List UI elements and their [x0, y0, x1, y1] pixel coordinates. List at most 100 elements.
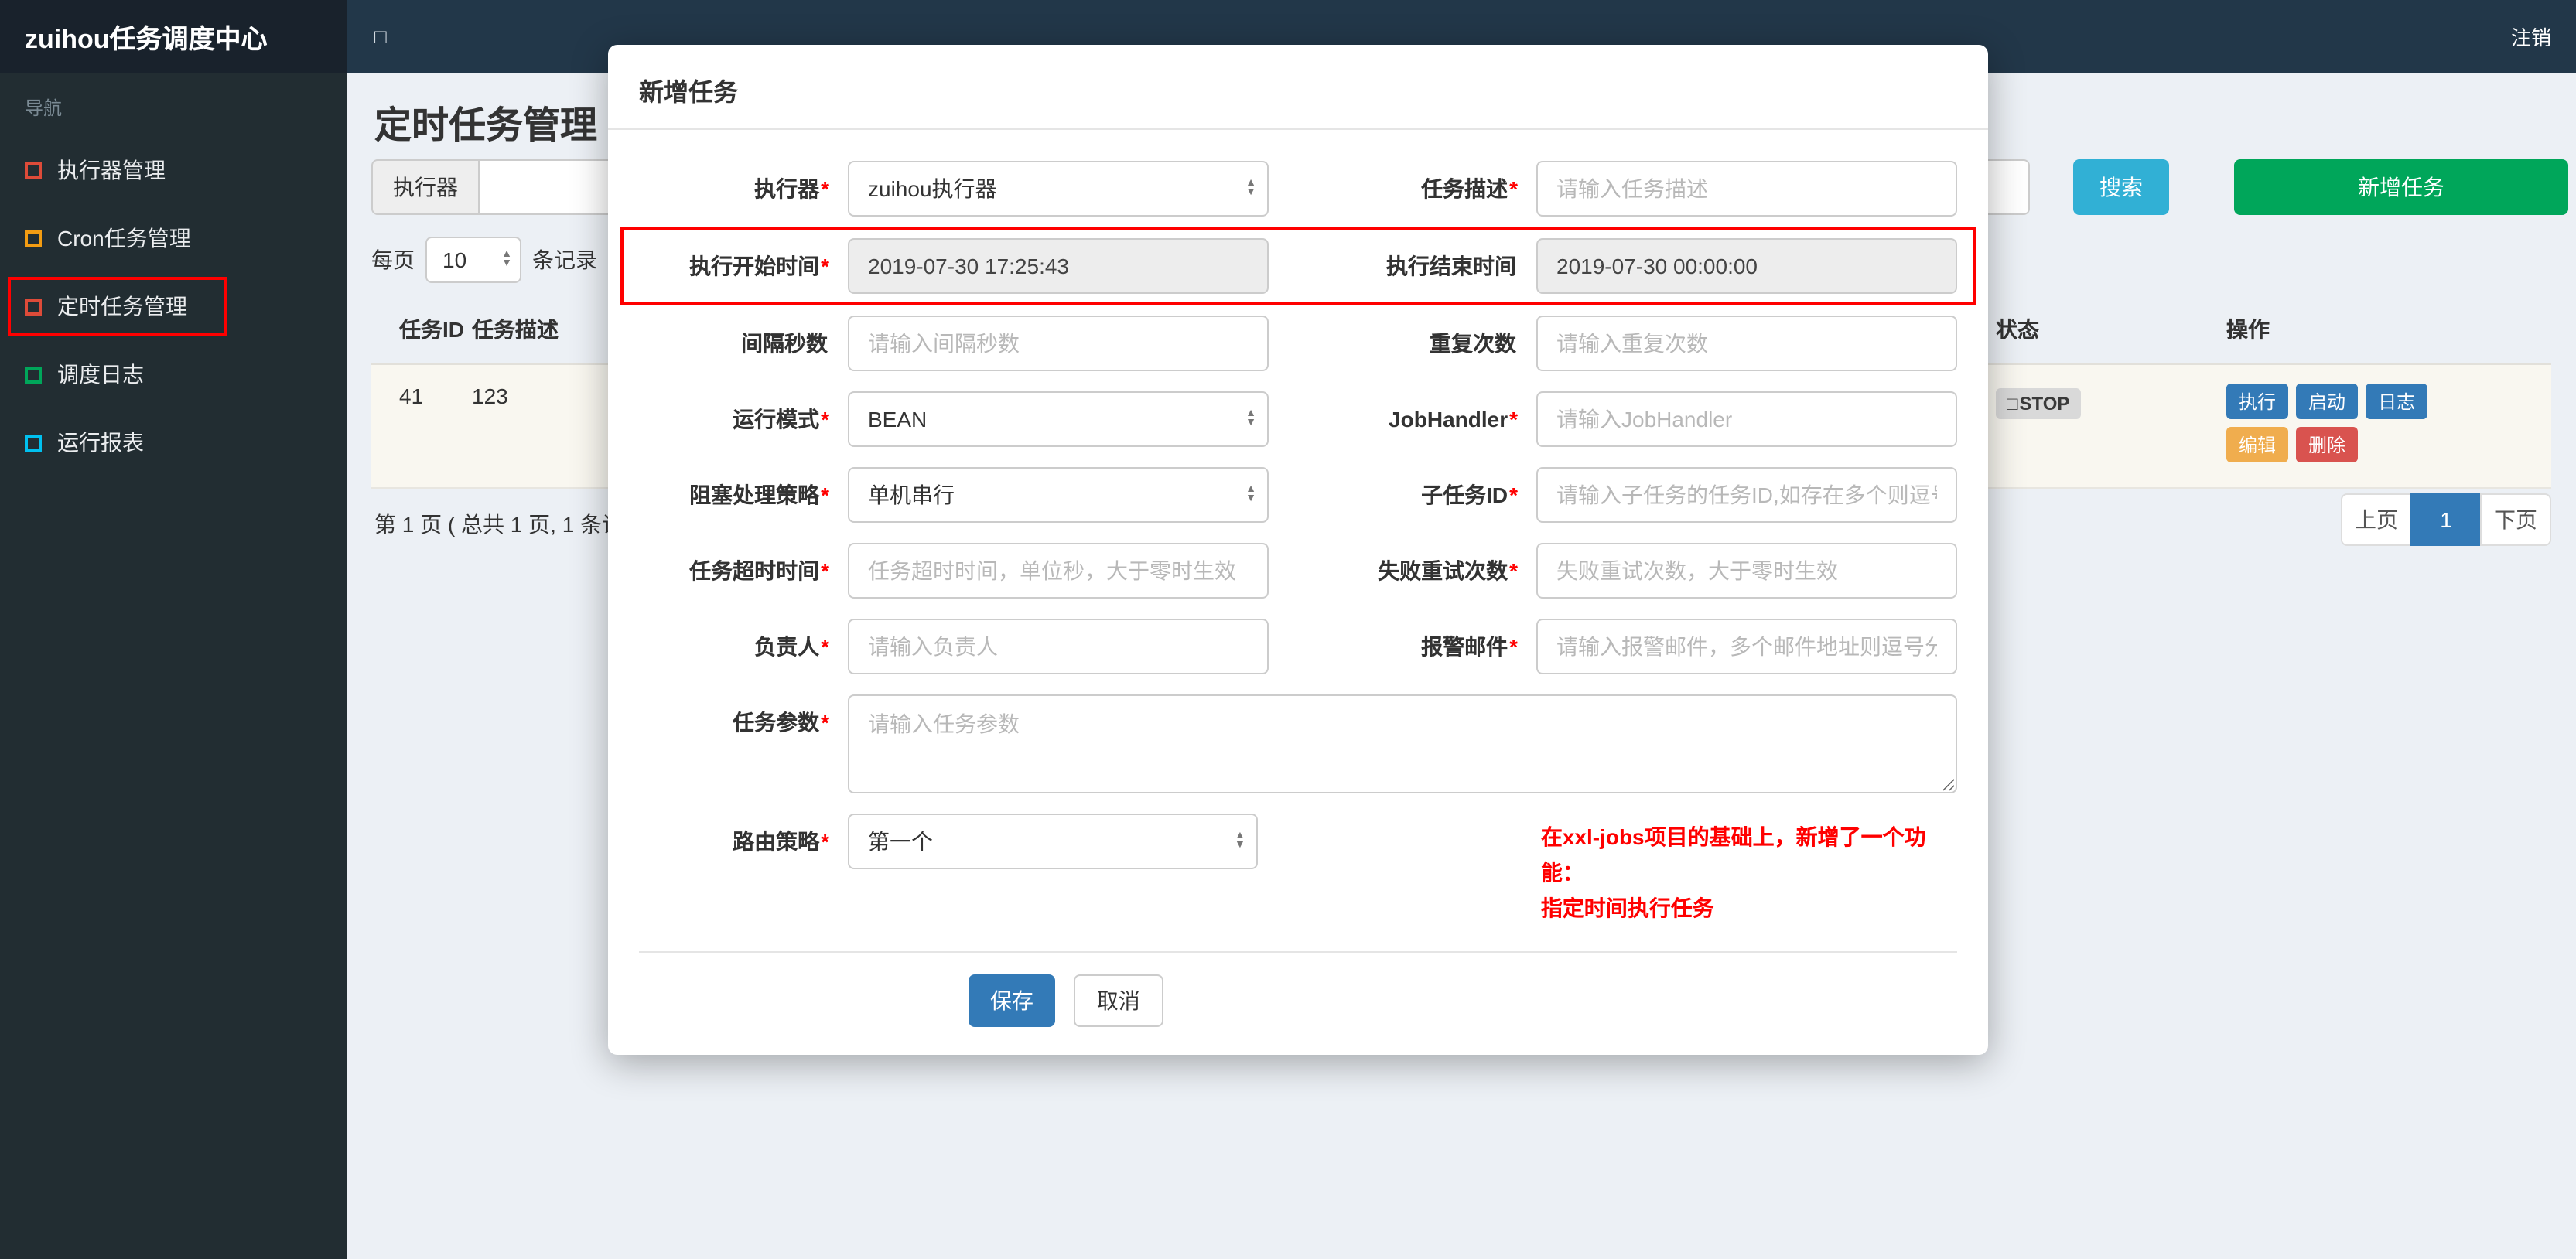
- run-button[interactable]: 执行: [2226, 384, 2289, 419]
- logout-link[interactable]: 注销: [2511, 22, 2551, 51]
- square-icon: [25, 366, 42, 383]
- add-task-modal: 新增任务 执行器* zuihou执行器 ▲▼ 任务描述* 执行开始时间* 执行结…: [608, 45, 1988, 1056]
- form-row: 负责人* 报警邮件*: [639, 619, 1957, 674]
- cancel-button[interactable]: 取消: [1073, 974, 1163, 1028]
- sidebar-toggle-icon[interactable]: □: [374, 25, 387, 48]
- delete-button[interactable]: 删除: [2296, 427, 2359, 462]
- fail-retry-label: 失败重试次数 *: [1378, 558, 1518, 583]
- form-row: 任务参数 *: [639, 694, 1957, 793]
- start-button[interactable]: 启动: [2296, 384, 2359, 419]
- required-asterisk: *: [1509, 407, 1518, 432]
- square-icon: [25, 298, 42, 315]
- feature-note-line2: 指定时间执行任务: [1540, 896, 1714, 921]
- route-strategy-select[interactable]: 第一个 ▲ ▼: [848, 814, 1258, 869]
- sidebar-item-timed-task-manage[interactable]: 定时任务管理: [0, 272, 347, 340]
- next-page-button[interactable]: 下页: [2480, 493, 2551, 546]
- route-strategy-select-value: 第一个: [868, 829, 933, 854]
- job-handler-label: JobHandler *: [1389, 407, 1518, 432]
- job-desc-input[interactable]: [1536, 161, 1957, 217]
- modal-footer: 保存 取消: [639, 951, 1957, 1056]
- add-task-button[interactable]: 新增任务: [2234, 159, 2568, 215]
- start-time-input[interactable]: [848, 238, 1269, 294]
- sidebar-item-label: 定时任务管理: [57, 294, 187, 319]
- sidebar-item-cron-task-manage[interactable]: Cron任务管理: [0, 204, 347, 272]
- select-arrows-icon: ▲ ▼: [1245, 178, 1256, 198]
- app-root: zuihou任务调度中心 □ 注销 导航 执行器管理 Cron任务管理 定时任务…: [0, 0, 2576, 1259]
- form-row: 阻塞处理策略 * 单机串行 ▲ ▼ 子任务ID *: [639, 467, 1957, 523]
- app-logo[interactable]: zuihou任务调度中心: [0, 0, 347, 73]
- sidebar: 导航 执行器管理 Cron任务管理 定时任务管理 调度日志 运行报表: [0, 73, 347, 1259]
- start-time-label: 执行开始时间 *: [689, 254, 829, 278]
- job-handler-input[interactable]: [1536, 391, 1957, 447]
- run-mode-select-value: BEAN: [868, 407, 928, 432]
- executor-label: 执行器 *: [754, 176, 829, 201]
- required-asterisk: *: [1509, 483, 1518, 507]
- job-param-textarea[interactable]: [848, 694, 1957, 793]
- required-asterisk: *: [1509, 634, 1518, 659]
- author-input[interactable]: [848, 619, 1269, 674]
- repeat-count-input[interactable]: [1536, 316, 1957, 371]
- col-header-actions: 操作: [2226, 317, 2270, 342]
- page-1-button[interactable]: 1: [2410, 493, 2482, 546]
- alarm-email-input[interactable]: [1536, 619, 1957, 674]
- form-row: 间隔秒数 重复次数: [639, 316, 1957, 371]
- route-strategy-label: 路由策略 *: [733, 829, 829, 854]
- action-buttons: 执行 启动 日志 编辑 删除: [2226, 384, 2443, 462]
- sidebar-item-dispatch-log[interactable]: 调度日志: [0, 340, 347, 408]
- sidebar-item-label: 执行器管理: [57, 158, 166, 183]
- log-button[interactable]: 日志: [2366, 384, 2428, 419]
- modal-title: 新增任务: [608, 45, 1988, 130]
- child-job-id-input[interactable]: [1536, 467, 1957, 523]
- per-page-value: 10: [442, 247, 467, 272]
- cell-actions: 执行 启动 日志 编辑 删除: [2226, 384, 2551, 462]
- select-arrows-icon: ▲ ▼: [1245, 484, 1256, 504]
- per-page-control: 每页 10 ▲ ▼ 条记录: [371, 237, 597, 283]
- square-icon: [25, 434, 42, 451]
- select-arrows-icon: ▲ ▼: [1234, 831, 1245, 851]
- col-header-job-id: 任务ID: [399, 317, 464, 342]
- interval-input[interactable]: [848, 316, 1269, 371]
- end-time-label: 执行结束时间: [1386, 254, 1516, 278]
- timeout-label: 任务超时时间 *: [689, 558, 829, 583]
- run-mode-select[interactable]: BEAN ▲ ▼: [848, 391, 1269, 447]
- sidebar-item-label: 调度日志: [57, 362, 144, 387]
- sidebar-section-label: 导航: [25, 97, 63, 119]
- job-param-label: 任务参数 *: [733, 710, 829, 735]
- form-row: 路由策略 * 第一个 ▲ ▼ 在xxl-jobs项目的基础上，新增了一个功能： 指定…: [639, 814, 1957, 927]
- required-asterisk: *: [1509, 558, 1518, 583]
- search-button[interactable]: 搜索: [2073, 159, 2169, 215]
- app-title: zuihou任务调度中心: [25, 25, 268, 54]
- prev-page-button[interactable]: 上页: [2341, 493, 2412, 546]
- job-desc-label: 任务描述 *: [1421, 176, 1518, 201]
- col-header-status: 状态: [1996, 317, 2039, 342]
- repeat-count-label: 重复次数: [1430, 331, 1516, 356]
- block-strategy-select-value: 单机串行: [868, 483, 955, 507]
- status-text: STOP: [2019, 393, 2070, 415]
- form-row: 任务超时时间* 失败重试次数*: [639, 543, 1957, 599]
- feature-note-line1: 在xxl-jobs项目的基础上，新增了一个功能：: [1540, 824, 1926, 885]
- block-strategy-label: 阻塞处理策略 *: [689, 483, 829, 507]
- edit-button[interactable]: 编辑: [2226, 427, 2289, 462]
- sidebar-item-run-report[interactable]: 运行报表: [0, 408, 347, 476]
- per-page-suffix: 条记录: [532, 247, 597, 272]
- required-asterisk: *: [821, 176, 829, 201]
- run-mode-label: 运行模式 *: [733, 407, 829, 432]
- executor-select-value: zuihou执行器: [868, 176, 997, 201]
- alarm-email-label: 报警邮件 *: [1421, 634, 1518, 659]
- end-time-input[interactable]: [1536, 238, 1957, 294]
- executor-select[interactable]: zuihou执行器 ▲ ▼: [848, 161, 1269, 217]
- block-strategy-select[interactable]: 单机串行 ▲ ▼: [848, 467, 1269, 523]
- author-label: 负责人 *: [754, 634, 829, 659]
- save-button[interactable]: 保存: [969, 974, 1055, 1028]
- select-arrows-icon: ▲ ▼: [501, 249, 512, 269]
- interval-label: 间隔秒数: [741, 331, 828, 356]
- per-page-select[interactable]: 10 ▲ ▼: [425, 237, 521, 283]
- sidebar-item-label: 运行报表: [57, 430, 144, 455]
- required-asterisk: *: [821, 558, 829, 583]
- timeout-input[interactable]: [848, 543, 1269, 599]
- sidebar-item-executor-manage[interactable]: 执行器管理: [0, 136, 347, 204]
- executor-filter-label: 执行器: [371, 159, 480, 215]
- fail-retry-input[interactable]: [1536, 543, 1957, 599]
- required-asterisk: *: [821, 634, 829, 659]
- per-page-prefix: 每页: [371, 247, 415, 272]
